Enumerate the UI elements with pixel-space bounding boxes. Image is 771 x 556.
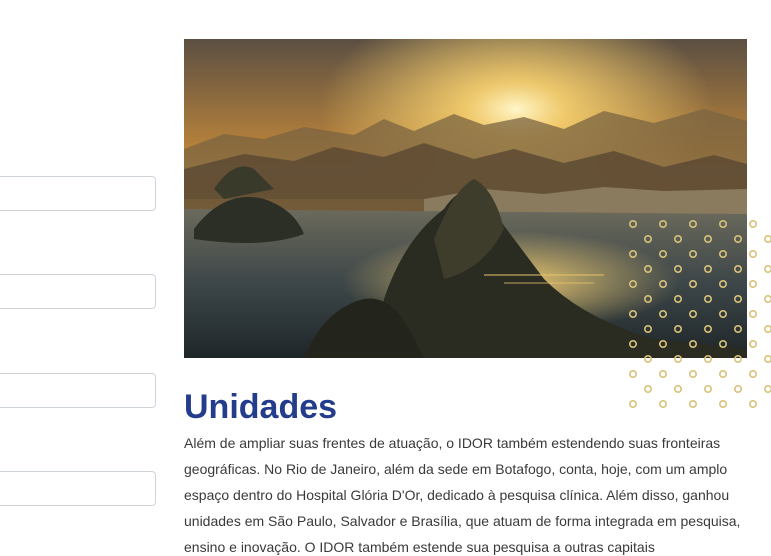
dot (749, 400, 758, 409)
dot (749, 219, 758, 229)
dot (643, 385, 652, 394)
form-field-4[interactable] (0, 471, 156, 506)
dot (764, 235, 771, 243)
dot (688, 400, 697, 409)
hero-photo (184, 39, 747, 358)
dot (688, 370, 697, 379)
dot (749, 249, 758, 258)
dot (628, 400, 638, 409)
dot (764, 325, 771, 333)
dot (673, 385, 682, 394)
dot (628, 370, 638, 379)
dot (734, 385, 743, 394)
dot (764, 355, 771, 363)
dot (749, 340, 758, 349)
page: Unidades Além de ampliar suas frentes de… (0, 0, 771, 556)
dot (749, 279, 758, 288)
rio-sunset-image (184, 39, 747, 358)
dot (719, 400, 728, 409)
dot (704, 385, 713, 394)
dot (658, 400, 667, 409)
form-field-3[interactable] (0, 373, 156, 408)
section-body: Além de ampliar suas frentes de atuação,… (184, 435, 741, 555)
dot (764, 385, 771, 393)
dot (719, 370, 728, 379)
form-field-1[interactable] (0, 176, 156, 211)
contact-form (0, 0, 160, 556)
form-field-2[interactable] (0, 274, 156, 309)
dot (658, 370, 667, 379)
dot (764, 265, 771, 273)
dot (749, 370, 758, 379)
section-title: Unidades (184, 388, 338, 426)
dot (749, 310, 758, 319)
dot (764, 295, 771, 303)
